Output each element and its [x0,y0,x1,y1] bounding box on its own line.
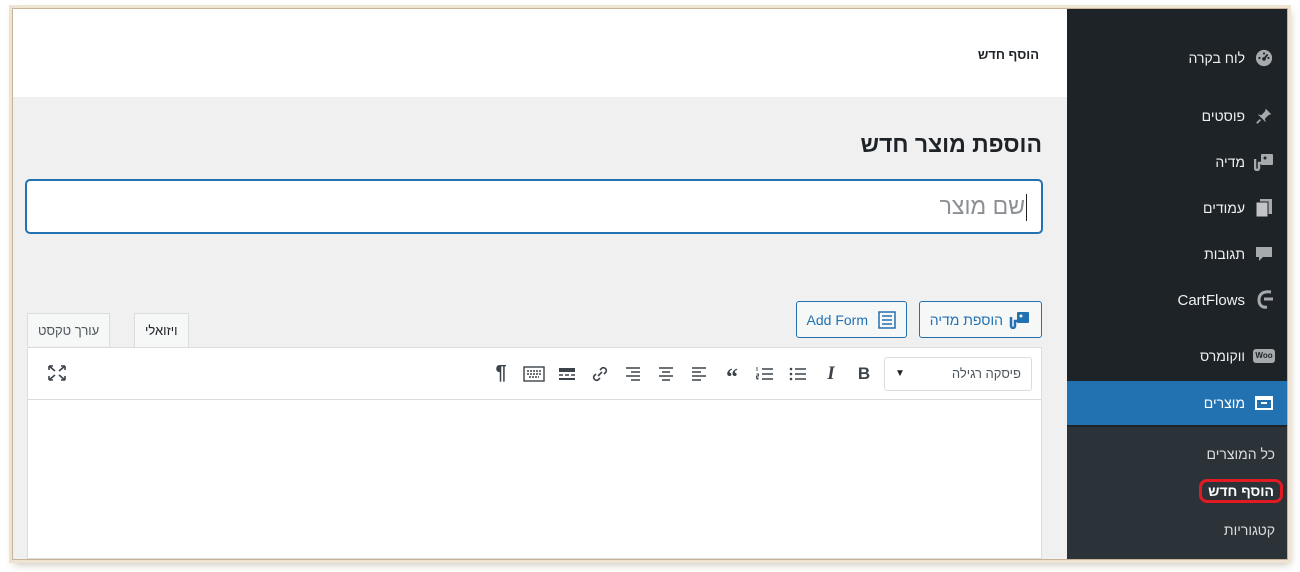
pin-icon [1253,105,1275,127]
pages-icon [1253,197,1275,219]
tab-text-editor[interactable]: עורך טקסט [27,313,111,346]
sidebar-item-label: ווקומרס [1199,348,1245,364]
media-icon [1253,151,1275,173]
sidebar-item-comments[interactable]: תגובות [1067,237,1287,271]
blockquote-icon[interactable]: “ [719,360,745,391]
sidebar-item-pages[interactable]: עמודים [1067,191,1287,225]
admin-sidebar: לוח בקרה פוסטים מדיה עמודים תגובות CartF… [1059,9,1287,559]
main-content: הוספת מוצר חדש שם מוצר הוספת מדיה Add Fo… [13,97,1067,559]
bold-icon[interactable]: B [851,360,877,388]
add-form-label: Add Form [806,311,868,328]
keyboard-icon[interactable] [521,360,547,388]
submenu-item-categories[interactable]: קטגוריות [1067,517,1287,543]
sidebar-item-cartflows[interactable]: CartFlows [1067,283,1287,317]
submenu-item-label: כל המוצרים [1206,446,1275,462]
tab-label: ויזואלי [145,323,178,338]
product-name-input[interactable]: שם מוצר [26,180,1042,233]
sidebar-item-label: עמודים [1202,200,1245,216]
link-icon[interactable] [587,360,613,388]
sidebar-item-media[interactable]: מדיה [1067,145,1287,179]
form-icon [878,310,896,329]
numbered-list-icon[interactable] [752,360,778,388]
page-title: הוספת מוצר חדש [860,131,1042,157]
woo-badge: Woo [1253,349,1275,363]
format-select-value: פיסקה רגילה [951,366,1021,381]
comments-icon [1253,243,1275,265]
header-title: הוסף חדש [977,47,1039,62]
align-right-icon[interactable] [620,360,646,388]
sidebar-item-label: פוסטים [1201,108,1245,124]
woocommerce-icon: Woo [1253,345,1275,367]
content-editor[interactable]: פיסקה רגילה ▼ B I “ ¶ [27,347,1042,559]
fullscreen-icon[interactable] [46,362,68,384]
align-left-icon[interactable] [686,360,712,388]
products-icon [1253,392,1275,414]
dashboard-icon [1253,47,1275,69]
bullet-list-icon[interactable] [785,360,811,388]
tab-visual[interactable]: ויזואלי [134,313,189,347]
read-more-icon[interactable] [554,360,580,388]
sidebar-item-label: מוצרים [1203,395,1245,411]
tab-label: עורך טקסט [38,322,100,338]
sidebar-item-products[interactable]: מוצרים [1059,381,1287,425]
product-name-placeholder: שם מוצר [939,193,1025,219]
format-select[interactable]: פיסקה רגילה ▼ [884,356,1032,391]
dropdown-arrow-icon: ▼ [895,368,905,379]
italic-icon[interactable]: I [818,360,844,388]
submenu-item-all-products[interactable]: כל המוצרים [1067,441,1287,467]
add-media-icon [1009,311,1031,329]
submenu-item-label: הוסף חדש [1199,479,1283,503]
add-form-button[interactable]: Add Form [795,301,907,338]
sidebar-item-posts[interactable]: פוסטים [1067,99,1287,133]
screenshot-frame: לוח בקרה פוסטים מדיה עמודים תגובות CartF… [12,8,1288,560]
sidebar-item-woocommerce[interactable]: Woo ווקומרס [1067,339,1287,373]
page-header: הוסף חדש [13,9,1067,97]
sidebar-item-label: CartFlows [1177,291,1245,309]
submenu-item-add-new[interactable]: הוסף חדש [1067,478,1287,504]
sidebar-item-label: מדיה [1215,154,1245,170]
text-caret [1026,194,1027,222]
cartflows-icon [1253,289,1275,311]
add-media-button[interactable]: הוספת מדיה [918,301,1042,338]
paragraph-icon[interactable]: ¶ [488,360,514,388]
add-media-label: הוספת מדיה [929,311,1003,328]
sidebar-item-label: תגובות [1204,246,1245,262]
sidebar-item-dashboard[interactable]: לוח בקרה [1067,41,1287,75]
sidebar-item-label: לוח בקרה [1188,50,1245,66]
editor-toolbar: פיסקה רגילה ▼ B I “ ¶ [28,348,1041,400]
submenu-item-label: קטגוריות [1223,522,1275,538]
align-center-icon[interactable] [653,360,679,388]
